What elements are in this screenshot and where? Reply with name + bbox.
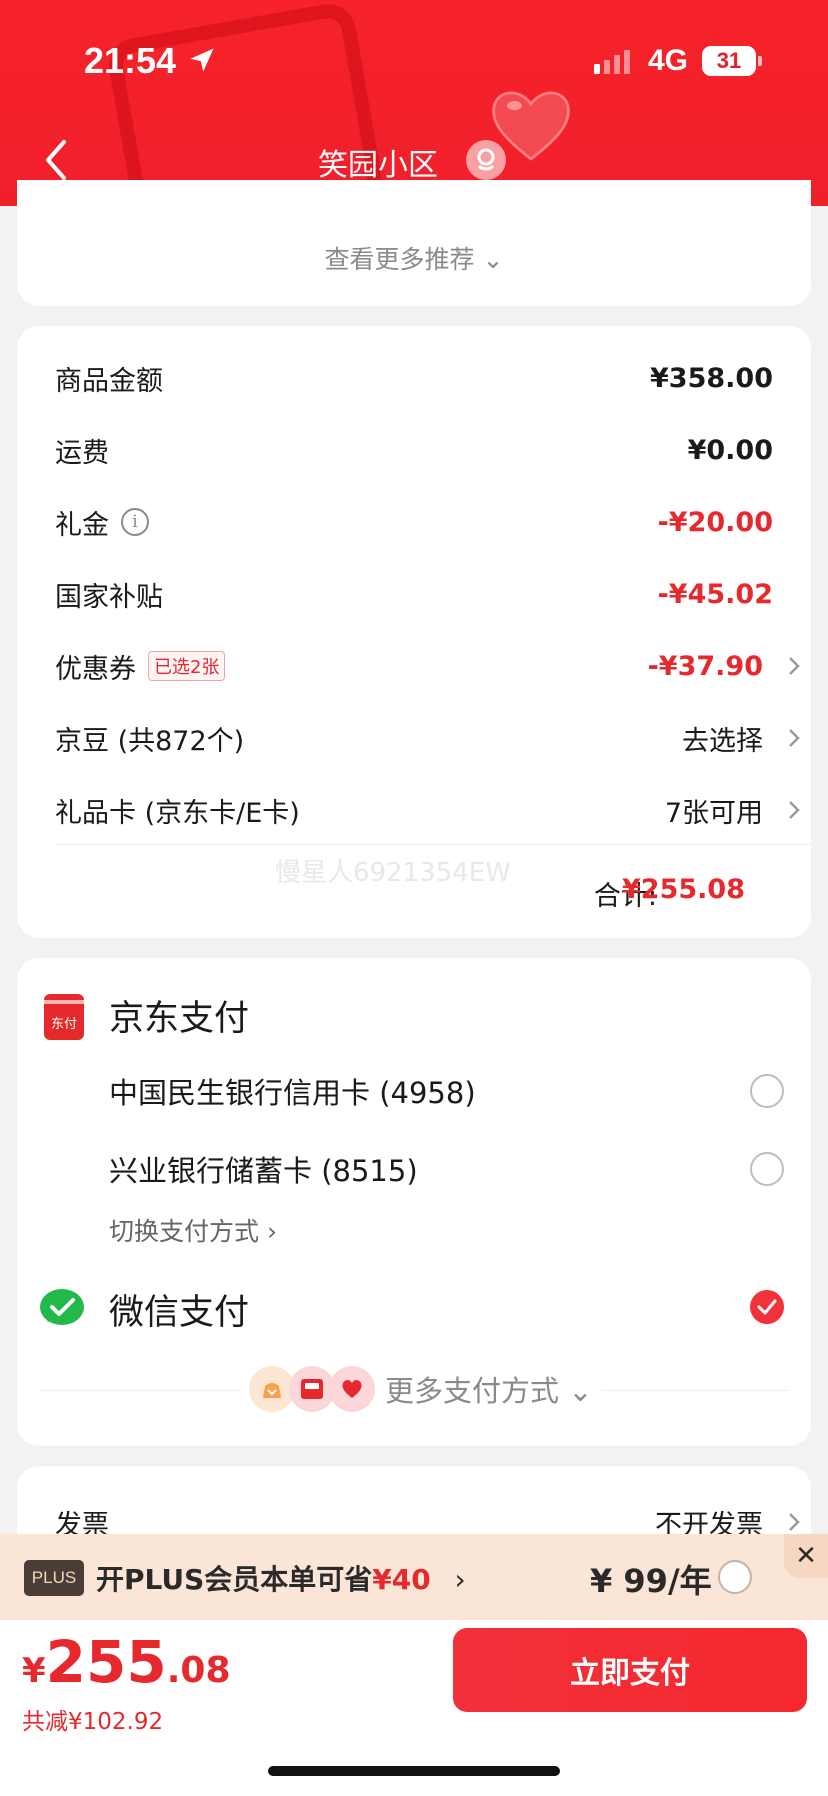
heart-pay-icon: [329, 1366, 375, 1412]
bank-option-minsheng[interactable]: 中国民生银行信用卡 (4958): [109, 1070, 784, 1112]
more-payment-label: 更多支付方式 ⌄: [385, 1374, 593, 1408]
price-row-goods: 商品金额 ¥358.00: [55, 358, 773, 398]
bank-name: 中国民生银行信用卡 (4958): [109, 1076, 476, 1110]
price-row-subsidy: 国家补贴 -¥45.02: [55, 574, 773, 614]
bank-option-xingye[interactable]: 兴业银行储蓄卡 (8515): [109, 1148, 784, 1190]
subsidy-value: -¥45.02: [657, 578, 773, 610]
chevron-right-icon: [789, 657, 800, 675]
shipping-label: 运费: [55, 437, 109, 469]
subsidy-label: 国家补贴: [55, 581, 163, 613]
info-icon[interactable]: i: [121, 508, 149, 536]
chevron-right-icon: ›: [454, 1563, 466, 1596]
goods-amount-value: ¥358.00: [650, 362, 773, 394]
pay-total: ¥255.08: [22, 1628, 231, 1696]
wechat-radio-selected[interactable]: [750, 1290, 784, 1324]
signal-icon: [594, 50, 630, 74]
goods-amount-label: 商品金额: [55, 365, 163, 397]
header: 21:54 4G 31 笑园小区: [0, 0, 828, 206]
pay-now-button[interactable]: 立即支付: [453, 1628, 807, 1712]
coupon-selected-tag: 已选2张: [148, 651, 226, 681]
price-row-coupon[interactable]: 优惠券 已选2张 -¥37.90: [55, 646, 800, 686]
battery-indicator: 31: [702, 46, 762, 76]
coupon-label: 优惠券: [55, 653, 136, 685]
gift-card-label: 礼品卡 (京东卡/E卡): [55, 797, 300, 829]
chevron-right-icon: [789, 729, 800, 747]
bank-name: 兴业银行储蓄卡 (8515): [109, 1154, 418, 1188]
wechat-pay-title[interactable]: 微信支付: [109, 1284, 249, 1335]
more-recommend-link[interactable]: 查看更多推荐 ⌄: [17, 240, 811, 276]
price-detail-card: 商品金额 ¥358.00 运费 ¥0.00 礼金 i -¥20.00 国家补贴 …: [17, 326, 811, 938]
plus-radio[interactable]: [718, 1560, 752, 1594]
plus-promo-bar[interactable]: PLUS 开PLUS会员本单可省¥40 › ¥ 99/年: [0, 1534, 828, 1620]
jd-pay-icon: 东付: [44, 994, 84, 1040]
payment-card: 东付 京东支付 中国民生银行信用卡 (4958) 兴业银行储蓄卡 (8515) …: [17, 958, 811, 1446]
plus-price: ¥ 99/年: [590, 1562, 712, 1600]
total-value: ¥255.08: [622, 874, 745, 905]
page-title[interactable]: 笑园小区: [0, 140, 828, 184]
bottom-pay-bar: ¥255.08 共减¥102.92 立即支付: [0, 1620, 828, 1796]
more-payment-methods[interactable]: 更多支付方式 ⌄: [241, 1366, 601, 1412]
price-row-gift-money: 礼金 i -¥20.00: [55, 502, 773, 542]
price-row-jd-beans[interactable]: 京豆 (共872个) 去选择: [55, 718, 800, 758]
jd-icon-text: 东付: [51, 1017, 77, 1032]
radio-button[interactable]: [750, 1152, 784, 1186]
status-time: 21:54: [84, 40, 177, 81]
coupon-value: -¥37.90: [647, 650, 763, 682]
wechat-pay-icon: [40, 1289, 84, 1325]
close-icon[interactable]: ✕: [784, 1534, 828, 1578]
divider: [55, 844, 811, 845]
jd-pay-title: 京东支付: [109, 999, 250, 1039]
location-pin-icon[interactable]: [466, 140, 506, 180]
chevron-right-icon: [789, 801, 800, 819]
check-icon: [757, 1299, 777, 1315]
network-type: 4G: [648, 44, 689, 77]
recommend-card: 查看更多推荐 ⌄: [17, 180, 811, 306]
plus-save-amount: ¥40: [372, 1563, 431, 1596]
gift-card-value: 7张可用: [664, 797, 763, 829]
plus-promo-text[interactable]: 开PLUS会员本单可省¥40 ›: [96, 1558, 466, 1598]
jd-beans-value: 去选择: [682, 725, 763, 757]
gift-money-label: 礼金: [55, 509, 109, 541]
total-saved: 共减¥102.92: [22, 1709, 164, 1735]
price-row-shipping: 运费 ¥0.00: [55, 430, 773, 470]
location-arrow-icon: [190, 48, 214, 72]
plus-badge: PLUS: [24, 1560, 84, 1596]
shipping-value: ¥0.00: [687, 434, 773, 466]
home-indicator[interactable]: [268, 1766, 560, 1776]
switch-payment-link[interactable]: 切换支付方式 ›: [109, 1212, 277, 1248]
price-row-gift-card[interactable]: 礼品卡 (京东卡/E卡) 7张可用: [55, 790, 800, 830]
radio-button[interactable]: [750, 1074, 784, 1108]
chevron-right-icon: [789, 1513, 800, 1531]
watermark: 慢星人6921354EW: [275, 858, 511, 888]
gift-money-value: -¥20.00: [657, 506, 773, 538]
jd-beans-label: 京豆 (共872个): [55, 725, 245, 757]
